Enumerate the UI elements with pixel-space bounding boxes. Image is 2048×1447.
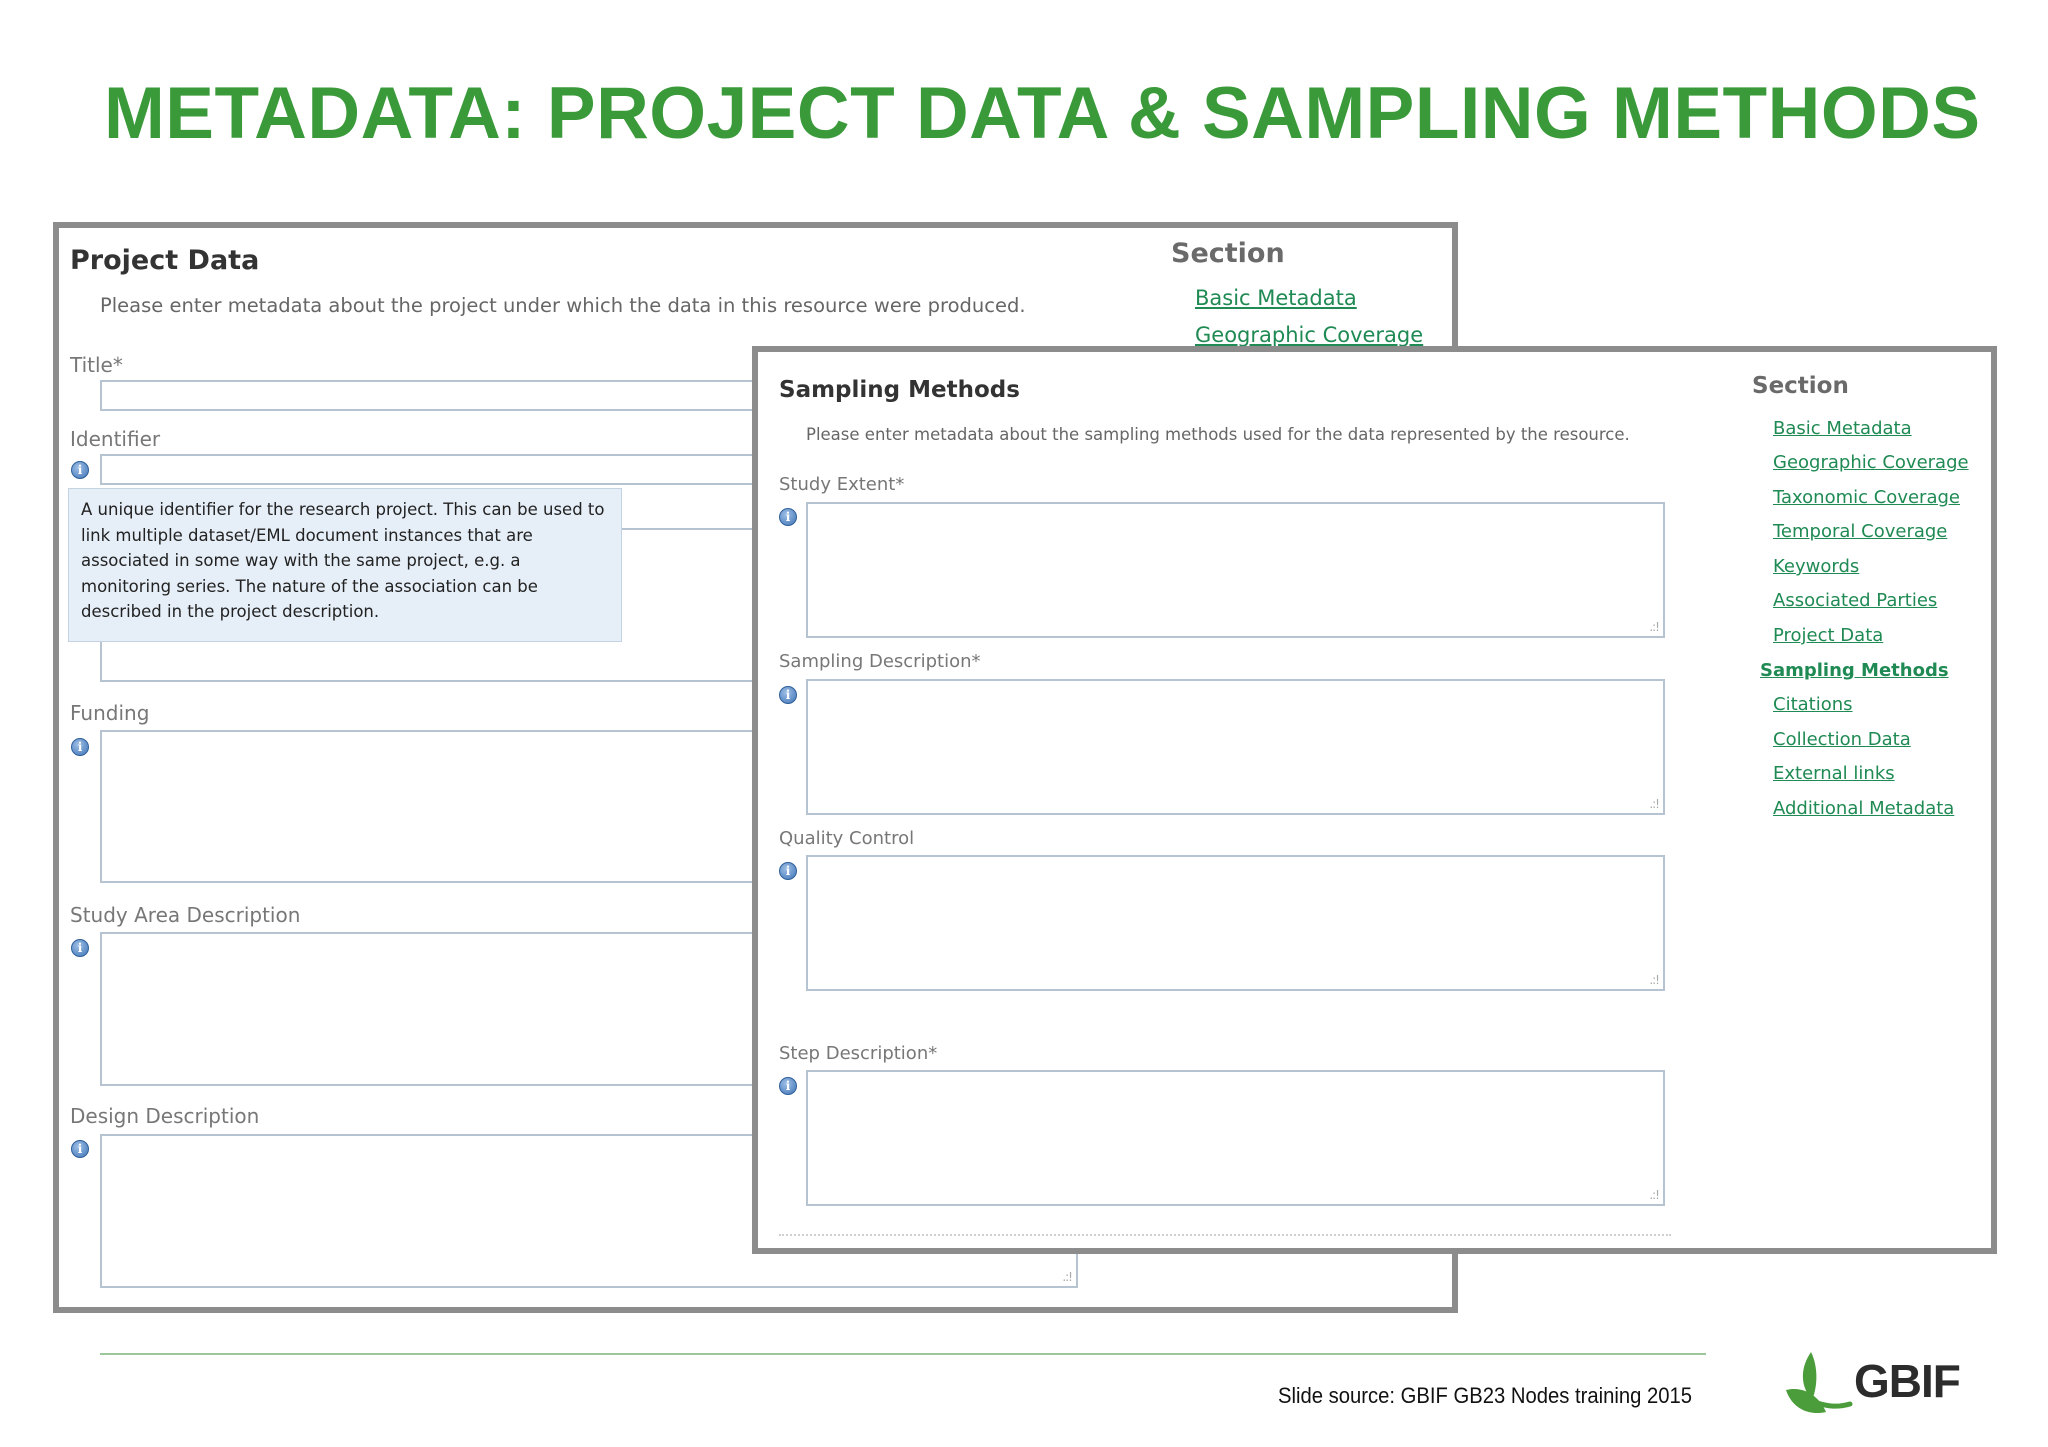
identifier-label: Identifier: [70, 427, 161, 451]
nav-link-external-links[interactable]: External links: [1773, 763, 1895, 784]
funding-label: Funding: [70, 701, 150, 725]
funding-info-icon[interactable]: i: [71, 738, 89, 756]
nav-link-keywords[interactable]: Keywords: [1773, 556, 1859, 577]
quality-control-textarea[interactable]: .:!: [806, 855, 1665, 991]
sampling-description-label: Sampling Description*: [779, 651, 981, 672]
footer-divider: [100, 1353, 1706, 1355]
sampling-description-textarea[interactable]: .:!: [806, 679, 1665, 815]
study-extent-info-icon[interactable]: i: [779, 508, 797, 526]
study-extent-label: Study Extent*: [779, 474, 905, 495]
slide-source-text: Slide source: GBIF GB23 Nodes training 2…: [1278, 1383, 1693, 1408]
sampling-methods-intro: Please enter metadata about the sampling…: [806, 425, 1630, 444]
nav-link-citations[interactable]: Citations: [1773, 694, 1853, 715]
section-heading: Section: [1171, 238, 1285, 269]
nav-link-basic-metadata[interactable]: Basic Metadata: [1195, 286, 1357, 310]
design-description-info-icon[interactable]: i: [71, 1140, 89, 1158]
nav-link-temporal-coverage[interactable]: Temporal Coverage: [1773, 521, 1947, 542]
nav-link-project-data[interactable]: Project Data: [1773, 625, 1883, 646]
quality-control-label: Quality Control: [779, 828, 915, 849]
resize-grip-icon[interactable]: .:!: [1649, 1189, 1660, 1201]
quality-control-info-icon[interactable]: i: [779, 862, 797, 880]
nav-link-sampling-methods-active[interactable]: Sampling Methods: [1760, 660, 1949, 681]
section-heading: Section: [1752, 373, 1849, 399]
study-area-info-icon[interactable]: i: [71, 939, 89, 957]
identifier-info-icon[interactable]: i: [71, 461, 89, 479]
nav-link-associated-parties[interactable]: Associated Parties: [1773, 590, 1937, 611]
nav-link-additional-metadata[interactable]: Additional Metadata: [1773, 798, 1954, 819]
nav-link-taxonomic-coverage[interactable]: Taxonomic Coverage: [1773, 487, 1960, 508]
sampling-methods-panel: Sampling Methods Please enter metadata a…: [752, 346, 1997, 1254]
nav-link-basic-metadata[interactable]: Basic Metadata: [1773, 418, 1912, 439]
nav-link-geographic-coverage[interactable]: Geographic Coverage: [1195, 323, 1423, 347]
project-data-intro: Please enter metadata about the project …: [100, 294, 1026, 317]
sampling-methods-heading: Sampling Methods: [779, 377, 1020, 403]
resize-grip-icon[interactable]: .:!: [1649, 974, 1660, 986]
nav-link-collection-data[interactable]: Collection Data: [1773, 729, 1911, 750]
project-data-heading: Project Data: [70, 245, 260, 276]
title-label: Title*: [70, 353, 123, 377]
resize-grip-icon[interactable]: .:!: [1649, 798, 1660, 810]
identifier-tooltip: A unique identifier for the research pro…: [68, 488, 622, 642]
study-area-description-label: Study Area Description: [70, 903, 301, 927]
sampling-description-info-icon[interactable]: i: [779, 686, 797, 704]
resize-grip-icon[interactable]: .:!: [1062, 1271, 1073, 1283]
step-description-label: Step Description*: [779, 1043, 938, 1064]
gbif-logo: GBIF: [1778, 1346, 1961, 1426]
step-description-info-icon[interactable]: i: [779, 1077, 797, 1095]
gbif-logo-text: GBIF: [1854, 1355, 1961, 1407]
resize-grip-icon[interactable]: .:!: [1649, 621, 1660, 633]
form-divider: [779, 1234, 1671, 1236]
step-description-textarea[interactable]: .:!: [806, 1070, 1665, 1206]
gbif-leaf-icon: [1786, 1352, 1853, 1414]
study-extent-textarea[interactable]: .:!: [806, 502, 1665, 638]
slide-title: METADATA: PROJECT DATA & SAMPLING METHOD…: [104, 73, 1981, 154]
nav-link-geographic-coverage[interactable]: Geographic Coverage: [1773, 452, 1969, 473]
design-description-label: Design Description: [70, 1104, 260, 1128]
